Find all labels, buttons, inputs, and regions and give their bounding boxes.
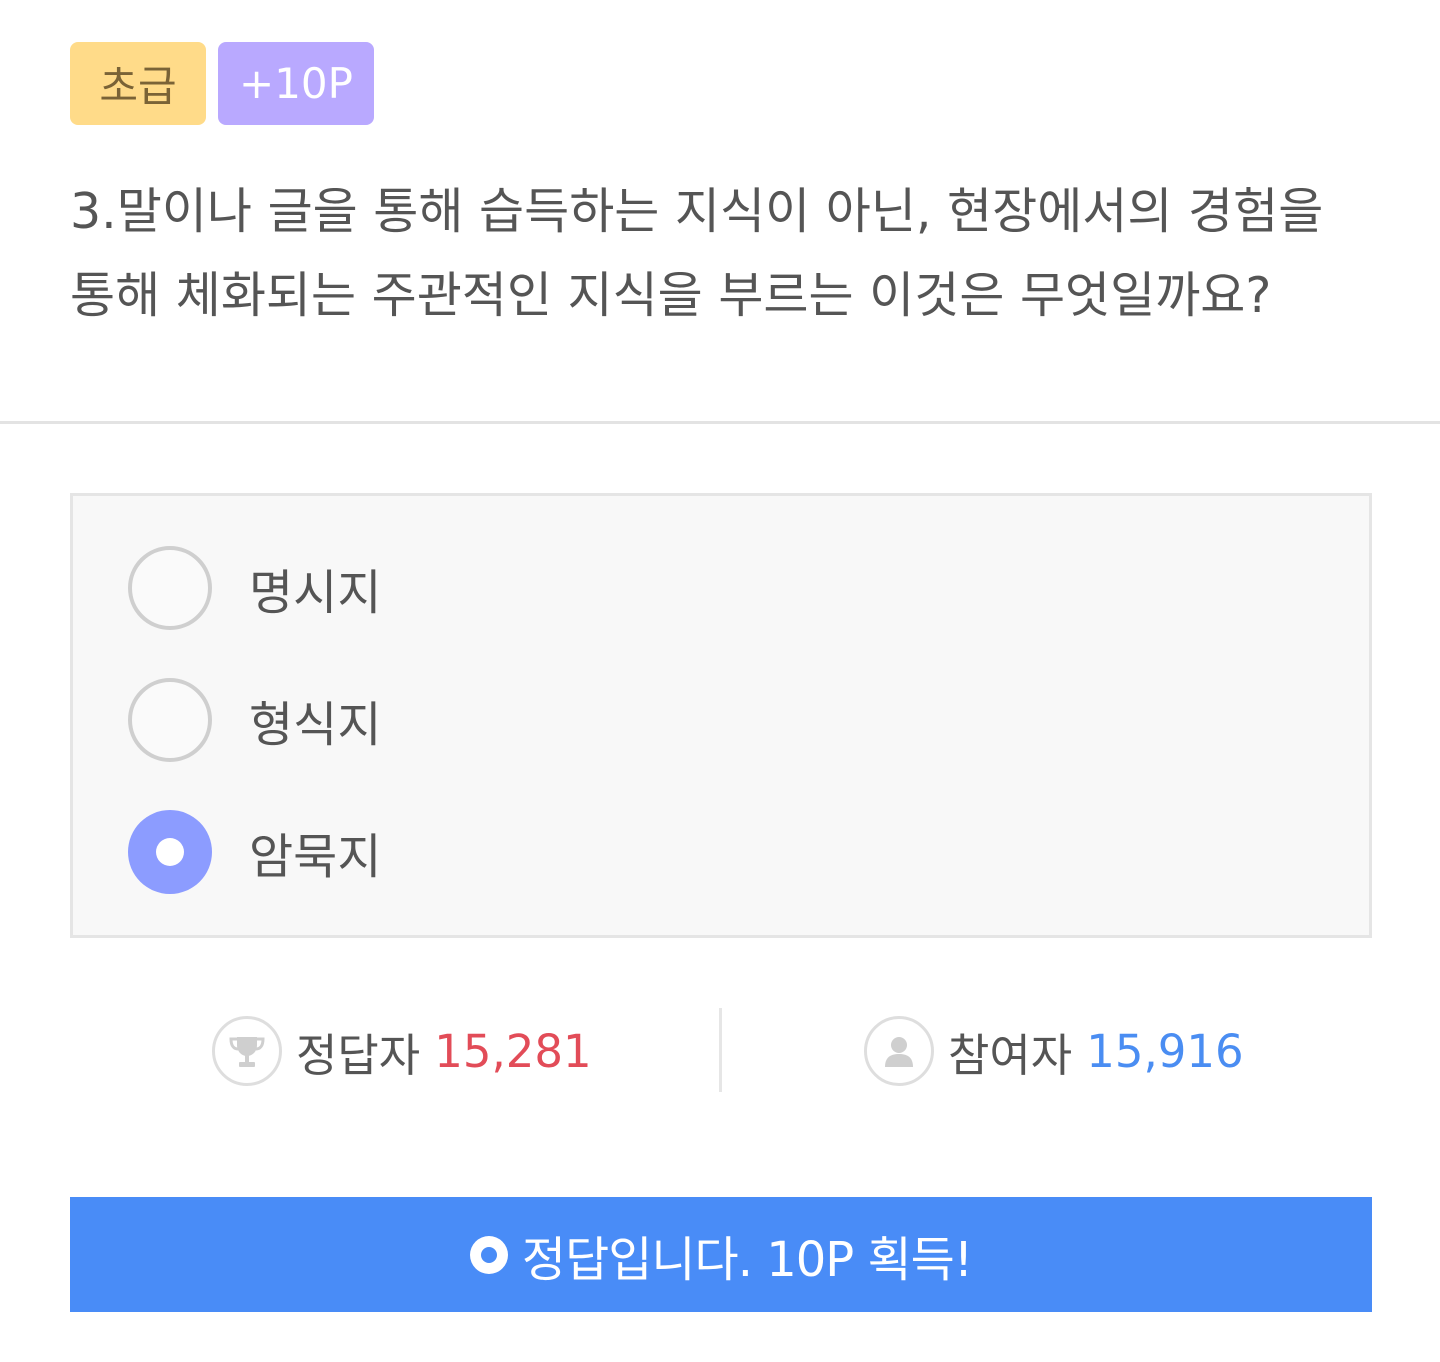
participant-count: 참여자 15,916 <box>864 1016 1244 1086</box>
stats-bar: 정답자 15,281 참여자 15,916 <box>0 1008 1440 1092</box>
option-3[interactable]: 암묵지 <box>128 810 381 894</box>
options-group: 명시지 형식지 암묵지 <box>70 493 1372 938</box>
level-badge: 초급 <box>70 42 206 125</box>
correct-count: 정답자 15,281 <box>212 1016 592 1086</box>
points-badge: +10P <box>218 42 374 125</box>
result-banner: 정답입니다. 10P 획득! <box>70 1197 1372 1312</box>
divider <box>0 421 1440 424</box>
person-icon <box>864 1016 934 1086</box>
circle-icon-inner <box>480 1246 497 1263</box>
radio-button-selected[interactable] <box>128 810 212 894</box>
question-text: 3.말이나 글을 통해 습득하는 지식이 아닌, 현장에서의 경험을 통해 체화… <box>70 183 1324 324</box>
trophy-icon <box>212 1016 282 1086</box>
correct-label: 정답자 <box>296 1028 421 1082</box>
stats-divider <box>719 1008 722 1092</box>
correct-value: 15,281 <box>434 1024 592 1078</box>
participants-value: 15,916 <box>1086 1024 1244 1078</box>
option-label: 명시지 <box>249 565 382 621</box>
option-label: 암묵지 <box>249 829 382 885</box>
option-label: 형식지 <box>249 697 382 753</box>
badge-group: 초급 +10P <box>70 42 374 125</box>
result-text: 정답입니다. 10P 획득! <box>521 1231 973 1288</box>
participants-label: 참여자 <box>948 1028 1073 1082</box>
radio-dot <box>156 838 184 866</box>
option-2[interactable]: 형식지 <box>128 678 381 762</box>
radio-button[interactable] <box>128 546 212 630</box>
radio-button[interactable] <box>128 678 212 762</box>
option-1[interactable]: 명시지 <box>128 546 381 630</box>
circle-icon <box>469 1235 508 1274</box>
